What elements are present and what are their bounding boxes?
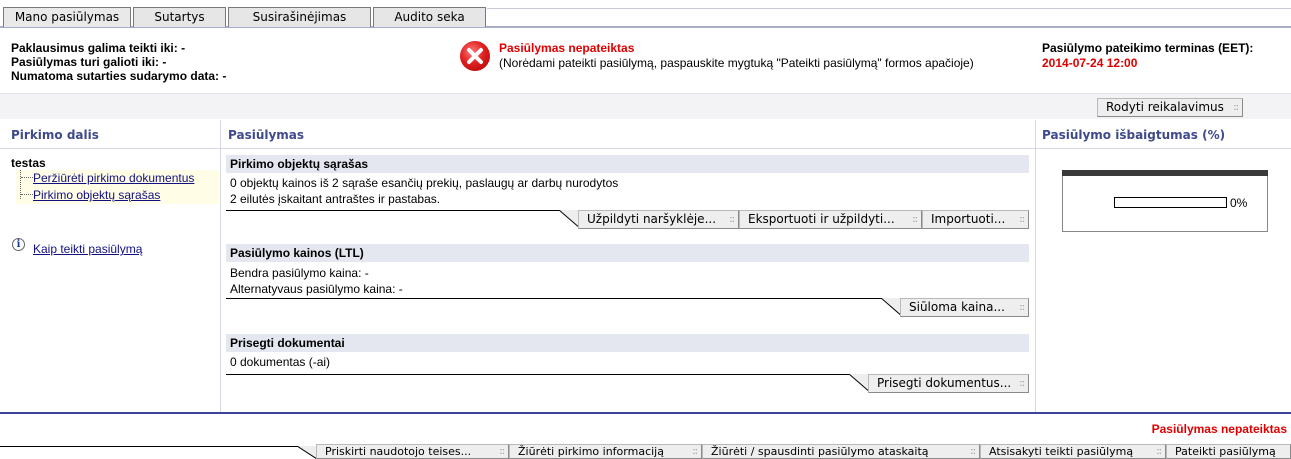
grip-icon: :: [499,446,505,457]
questions-deadline: Paklausimus galima teikti iki: - [11,41,186,55]
objects-prices-summary: 0 objektų kainos iš 2 sąraše esančių pre… [230,176,619,190]
tree-root: testas [11,156,46,170]
tab-correspondence[interactable]: Susirašinėjimas [228,7,371,27]
grip-icon: :: [912,214,918,225]
grip-icon: :: [1156,446,1162,457]
column-offer: Pasiūlymas [228,128,305,142]
print-offer-report-label: Žiūrėti / spausdinti pasiūlymo ataskaitą [711,445,929,458]
section-rule [226,210,559,211]
export-and-fill-label: Eksportuoti ir užpildyti... [748,212,895,226]
completeness-panel-header [1062,170,1268,176]
assign-user-rights-label: Priskirti naudotojo teises... [325,445,472,458]
show-requirements-button[interactable]: Rodyti reikalavimus:: [1097,98,1243,117]
column-completeness: Pasiūlymo išbaigtumas (%) [1042,128,1226,142]
assign-user-rights-button[interactable]: Priskirti naudotojo teises...:: [316,444,509,459]
offered-price-button[interactable]: Siūloma kaina...:: [900,298,1029,317]
tab-contracts[interactable]: Sutartys [133,7,226,27]
contract-date: Numatoma sutarties sudarymo data: - [11,69,227,83]
section-rule [226,298,881,299]
tree-item-object-list[interactable]: Pirkimo objektų sąrašas [33,188,160,202]
objects-section-title: Pirkimo objektų sąrašas [226,155,1029,173]
tab-bar: Mano pasiūlymas Sutartys Susirašinėjimas… [0,0,1291,28]
import-label: Importuoti... [931,212,1006,226]
alternative-price: Alternatyvaus pasiūlymo kaina: - [230,282,403,296]
grip-icon: :: [1019,214,1025,225]
fill-in-browser-button[interactable]: Užpildyti naršyklėje...:: [578,210,739,229]
decline-offer-label: Atsisakyti teikti pasiūlymą [989,445,1134,458]
how-to-submit-link[interactable]: Kaip teikti pasiūlymą [33,242,142,256]
deadline-value: 2014-07-24 12:00 [1042,56,1138,70]
footer-status: Pasiūlymas nepateiktas [1151,422,1287,436]
error-icon [460,41,490,71]
decline-offer-button[interactable]: Atsisakyti teikti pasiūlymą:: [980,444,1166,459]
tab-bar-rule [487,8,1291,9]
offer-valid-until: Pasiūlymas turi galioti iki: - [11,55,167,69]
completeness-percent: 0% [1230,196,1248,210]
offer-status-title: Pasiūlymas nepateiktas [499,41,635,55]
objects-rows-summary: 2 eilutės įskaitant antraštes ir pastaba… [230,192,441,206]
view-procurement-info-label: Žiūrėti pirkimo informaciją [518,445,664,458]
offered-price-label: Siūloma kaina... [909,300,1005,314]
documents-count: 0 dokumentas (-ai) [230,355,331,369]
completeness-bar [1114,197,1227,208]
footer-rule [0,446,306,447]
prices-section-title: Pasiūlymo kainos (LTL) [226,244,1029,262]
print-offer-report-button[interactable]: Žiūrėti / spausdinti pasiūlymo ataskaitą… [702,444,980,459]
grip-icon: :: [692,446,698,457]
deadline-label: Pasiūlymo pateikimo terminas (EET): [1042,41,1254,55]
column-divider [1035,120,1036,413]
fill-in-browser-label: Užpildyti naršyklėje... [587,212,717,226]
attach-documents-button[interactable]: Prisegti dokumentus...:: [868,374,1029,393]
show-requirements-label: Rodyti reikalavimus [1106,100,1224,114]
total-price: Bendra pasiūlymo kaina: - [230,266,369,280]
documents-section-title: Prisegti dokumentai [226,334,1029,352]
export-and-fill-button[interactable]: Eksportuoti ir užpildyti...:: [739,210,922,229]
offer-status-note: (Norėdami pateikti pasiūlymą, paspauskit… [499,56,974,70]
info-icon: i [12,238,25,251]
tree-branch [21,177,33,178]
attach-documents-label: Prisegti dokumentus... [877,376,1012,390]
submit-offer-button[interactable]: Pateikti pasiūlymą [1166,444,1291,459]
tab-slant [297,446,317,459]
tree-item-view-documents[interactable]: Peržiūrėti pirkimo dokumentus [33,171,194,185]
content-bottom-rule [0,412,1291,414]
grip-icon: :: [1233,102,1239,113]
column-purchase-part: Pirkimo dalis [11,128,99,142]
import-button[interactable]: Importuoti...:: [922,210,1029,229]
grip-icon: :: [729,214,735,225]
procurement-dates: Paklausimus galima teikti iki: - Pasiūly… [11,41,226,83]
grip-icon: :: [1019,378,1025,389]
submit-offer-label: Pateikti pasiūlymą [1175,445,1276,458]
view-procurement-info-button[interactable]: Žiūrėti pirkimo informaciją:: [509,444,702,459]
grip-icon: :: [970,446,976,457]
grip-icon: :: [1019,302,1025,313]
tab-audit-trail[interactable]: Audito seka [373,7,486,27]
column-divider [220,120,221,413]
section-rule [226,374,849,375]
tree-branch [21,194,33,195]
tab-my-offer[interactable]: Mano pasiūlymas [3,7,131,27]
